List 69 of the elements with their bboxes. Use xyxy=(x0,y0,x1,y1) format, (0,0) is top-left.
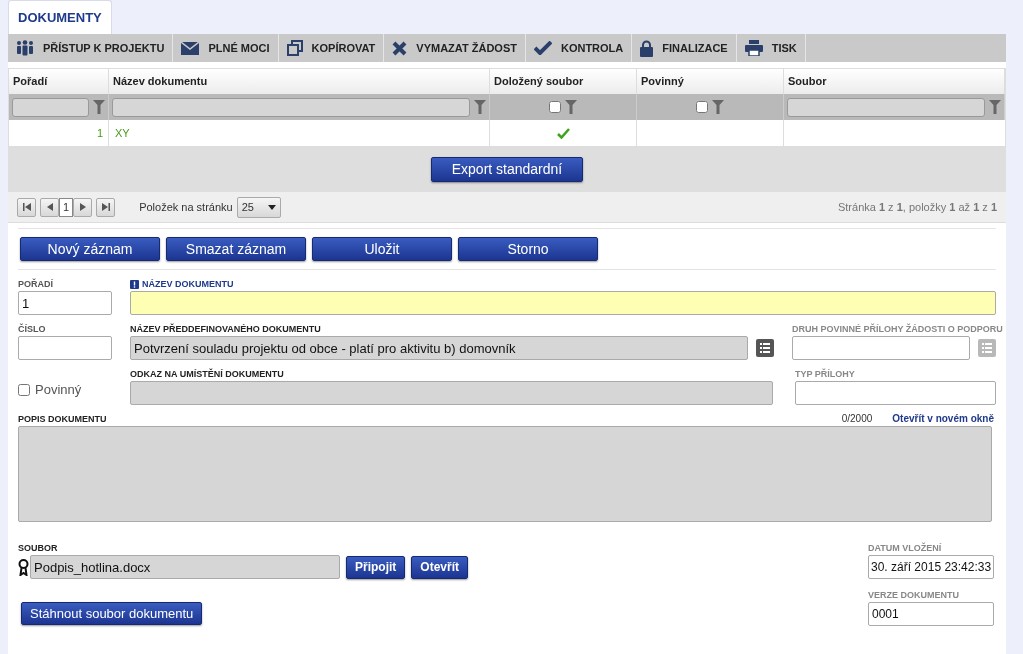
open-in-new-window-link[interactable]: Otevřít v novém okně xyxy=(892,411,994,426)
action-button[interactable]: Nový záznam xyxy=(20,237,160,261)
pager-button[interactable] xyxy=(73,197,93,217)
description-field[interactable] xyxy=(18,426,992,522)
input-field[interactable] xyxy=(795,381,996,405)
previous-icon xyxy=(45,203,54,211)
printer-icon xyxy=(744,40,763,56)
table-cell-text: XY xyxy=(115,125,130,141)
input-field[interactable]: Podpis_hotlina.docx xyxy=(30,555,340,579)
filter-icon[interactable] xyxy=(93,100,105,114)
file-button[interactable]: Otevřít xyxy=(411,555,469,579)
caret-icon xyxy=(267,204,276,210)
page-summary: Stránka 1 z 1, položky 1 až 1 z 1 xyxy=(837,199,997,215)
filter-checkbox[interactable] xyxy=(549,101,561,113)
first-page-icon xyxy=(22,203,31,211)
copy-icon xyxy=(286,40,303,56)
filter-checkbox[interactable] xyxy=(696,101,708,113)
input-field[interactable]: Potvrzení souladu projektu od obce - platí pro aktivitu b) domovník xyxy=(130,336,748,360)
table-cell-text: 1 xyxy=(96,125,103,141)
close-icon xyxy=(392,40,408,56)
field-label: POŘADÍ xyxy=(18,278,53,291)
field-label: NÁZEV DOKUMENTU xyxy=(142,278,234,291)
field-label: NÁZEV PŘEDDEFINOVANÉHO DOKUMENTU xyxy=(130,323,321,336)
check-icon xyxy=(533,41,552,55)
field-label: POPIS DOKUMENTU xyxy=(18,413,107,426)
input-field[interactable] xyxy=(18,336,112,360)
action-button[interactable]: Storno xyxy=(458,237,598,261)
field-label: DRUH POVINNÉ PŘÍLOHY ŽÁDOSTI O PODPORU xyxy=(792,323,1003,336)
export-button[interactable]: Export standardní xyxy=(430,157,584,182)
last-page-icon xyxy=(101,203,110,211)
filter-field[interactable] xyxy=(112,97,470,117)
field-label: VERZE DOKUMENTU xyxy=(868,589,959,602)
tab[interactable]: DOKUMENTY xyxy=(8,0,112,34)
filter-icon[interactable] xyxy=(474,100,486,114)
input-field[interactable] xyxy=(130,381,773,405)
input-field[interactable] xyxy=(792,336,970,360)
input-field[interactable] xyxy=(130,291,996,315)
input-field[interactable]: 0001 xyxy=(868,602,994,626)
lock-icon xyxy=(640,39,654,57)
field-label: SOUBOR xyxy=(18,542,58,555)
page-size-dropdown[interactable]: 25 xyxy=(236,196,281,218)
field-label: TYP PŘÍLOHY xyxy=(795,368,855,381)
pager-button[interactable] xyxy=(96,197,116,217)
download-button[interactable]: Stáhnout soubor dokumentu xyxy=(21,602,203,625)
filter-icon[interactable] xyxy=(712,100,724,114)
filter-icon[interactable] xyxy=(565,100,577,114)
field-label: DATUM VLOŽENÍ xyxy=(868,542,942,555)
filter-field[interactable] xyxy=(12,97,89,117)
people-icon xyxy=(16,40,34,56)
pager-button[interactable] xyxy=(40,197,59,217)
field-label: ODKAZ NA UMÍSTĚNÍ DOKUMENTU xyxy=(130,368,284,381)
character-counter: 0/2000 xyxy=(841,412,873,426)
filter-field[interactable] xyxy=(787,97,985,117)
input-field[interactable]: 1 xyxy=(18,291,112,315)
input-field[interactable]: 30. září 2015 23:42:33 xyxy=(868,555,994,579)
file-button[interactable]: Připojit xyxy=(346,555,406,579)
pager-button[interactable] xyxy=(17,197,36,217)
next-icon xyxy=(78,203,87,211)
award-icon xyxy=(18,558,29,576)
list-icon[interactable] xyxy=(756,339,774,357)
filter-icon[interactable] xyxy=(989,100,1001,114)
per-page-label: Položek na stránku xyxy=(139,199,233,215)
action-button[interactable]: Smazat záznam xyxy=(166,237,306,261)
envelope-icon xyxy=(181,41,200,55)
action-button[interactable]: Uložit xyxy=(312,237,452,261)
checkbox-label: Povinný xyxy=(35,380,82,399)
field-label: ČÍSLO xyxy=(18,323,46,336)
checkbox[interactable] xyxy=(18,383,30,396)
page-number[interactable]: 1 xyxy=(59,197,74,217)
